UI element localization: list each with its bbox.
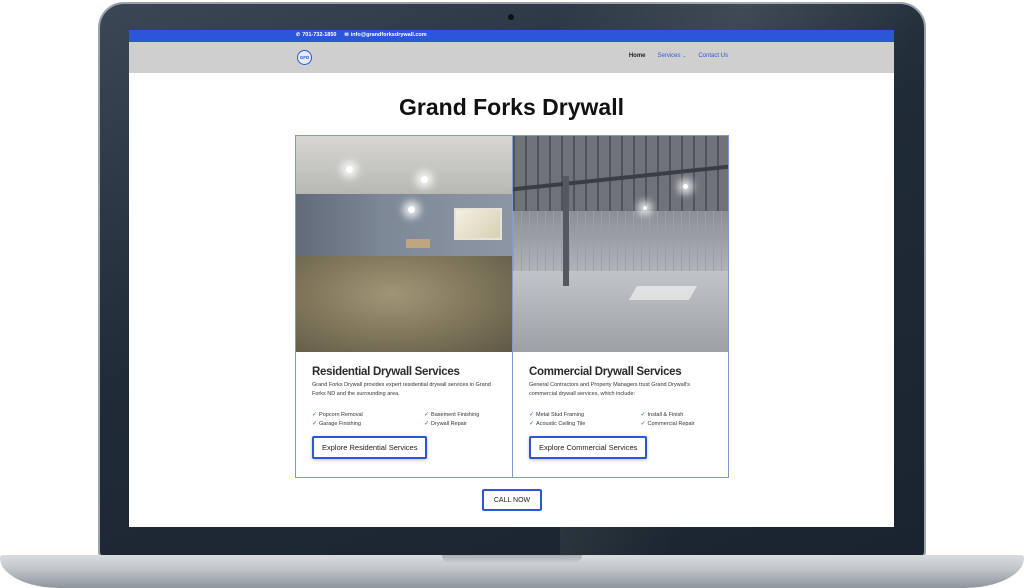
call-now-button[interactable]: CALL NOW [482, 489, 542, 511]
camera-icon [508, 14, 514, 20]
check-icon: ✓ [529, 412, 535, 418]
commercial-features: ✓ Metal Stud Framing ✓ Install & Finish ✓ A… [529, 411, 712, 428]
top-info-bar: ✆ 701-732-1850 ✉ info@grandforksdrywall.… [129, 30, 894, 42]
email-link[interactable]: ✉ info@grandforksdrywall.com [344, 32, 426, 38]
phone-text: 701-732-1850 [302, 32, 337, 38]
residential-features: ✓ Popcorn Removal ✓ Basement Finishing ✓ Ga… [312, 411, 496, 428]
phone-icon: ✆ [296, 32, 301, 38]
commercial-description: General Contractors and Property Manager… [529, 382, 690, 397]
nav-item-services[interactable]: Services ⌄ [658, 53, 687, 59]
chevron-down-icon: ⌄ [682, 53, 687, 58]
check-icon: ✓ [312, 412, 318, 418]
list-item: ✓ Popcorn Removal [312, 411, 363, 419]
explore-residential-button[interactable]: Explore Residential Services [312, 436, 428, 459]
check-icon: ✓ [424, 421, 430, 427]
main-nav: GFD Home Services ⌄ Contact Us [129, 42, 894, 73]
check-icon: ✓ [424, 412, 430, 418]
services-cards: Residential Drywall Services Grand Forks… [295, 135, 729, 478]
site-logo[interactable]: GFD [297, 50, 312, 65]
envelope-icon: ✉ [344, 32, 349, 38]
nav-item-contact[interactable]: Contact Us [698, 53, 728, 59]
residential-card: Residential Drywall Services Grand Forks… [296, 136, 512, 477]
list-item: ✓ Metal Stud Framing [529, 411, 585, 419]
check-icon: ✓ [312, 421, 318, 427]
list-item: ✓ Commercial Repair [640, 420, 695, 428]
commercial-title: Commercial Drywall Services [529, 366, 682, 378]
browser-screen: ✆ 701-732-1850 ✉ info@grandforksdrywall.… [129, 30, 894, 527]
list-item: ✓ Install & Finish [640, 411, 684, 419]
residential-basement-photo [296, 136, 512, 352]
list-item: ✓ Drywall Repair [424, 420, 467, 428]
list-item: ✓ Basement Finishing [424, 411, 480, 419]
explore-commercial-button[interactable]: Explore Commercial Services [529, 436, 648, 459]
commercial-warehouse-photo [513, 136, 728, 352]
list-item: ✓ Garage Finishing [312, 420, 361, 428]
list-item: ✓ Acoustic Ceiling Tile [529, 420, 586, 428]
residential-description: Grand Forks Drywall provides expert resi… [312, 382, 491, 397]
nav-item-services-label: Services [657, 53, 681, 59]
page-title: Grand Forks Drywall [399, 94, 624, 120]
commercial-card: Commercial Drywall Services General Cont… [512, 136, 728, 477]
check-icon: ✓ [640, 421, 646, 427]
phone-link[interactable]: ✆ 701-732-1850 [296, 32, 336, 38]
email-text: info@grandforksdrywall.com [350, 32, 427, 38]
check-icon: ✓ [529, 421, 535, 427]
residential-title: Residential Drywall Services [312, 366, 460, 378]
laptop-base-notch [442, 555, 582, 563]
nav-menu: Home Services ⌄ Contact Us [629, 53, 728, 59]
check-icon: ✓ [640, 412, 646, 418]
nav-item-home[interactable]: Home [629, 53, 646, 59]
